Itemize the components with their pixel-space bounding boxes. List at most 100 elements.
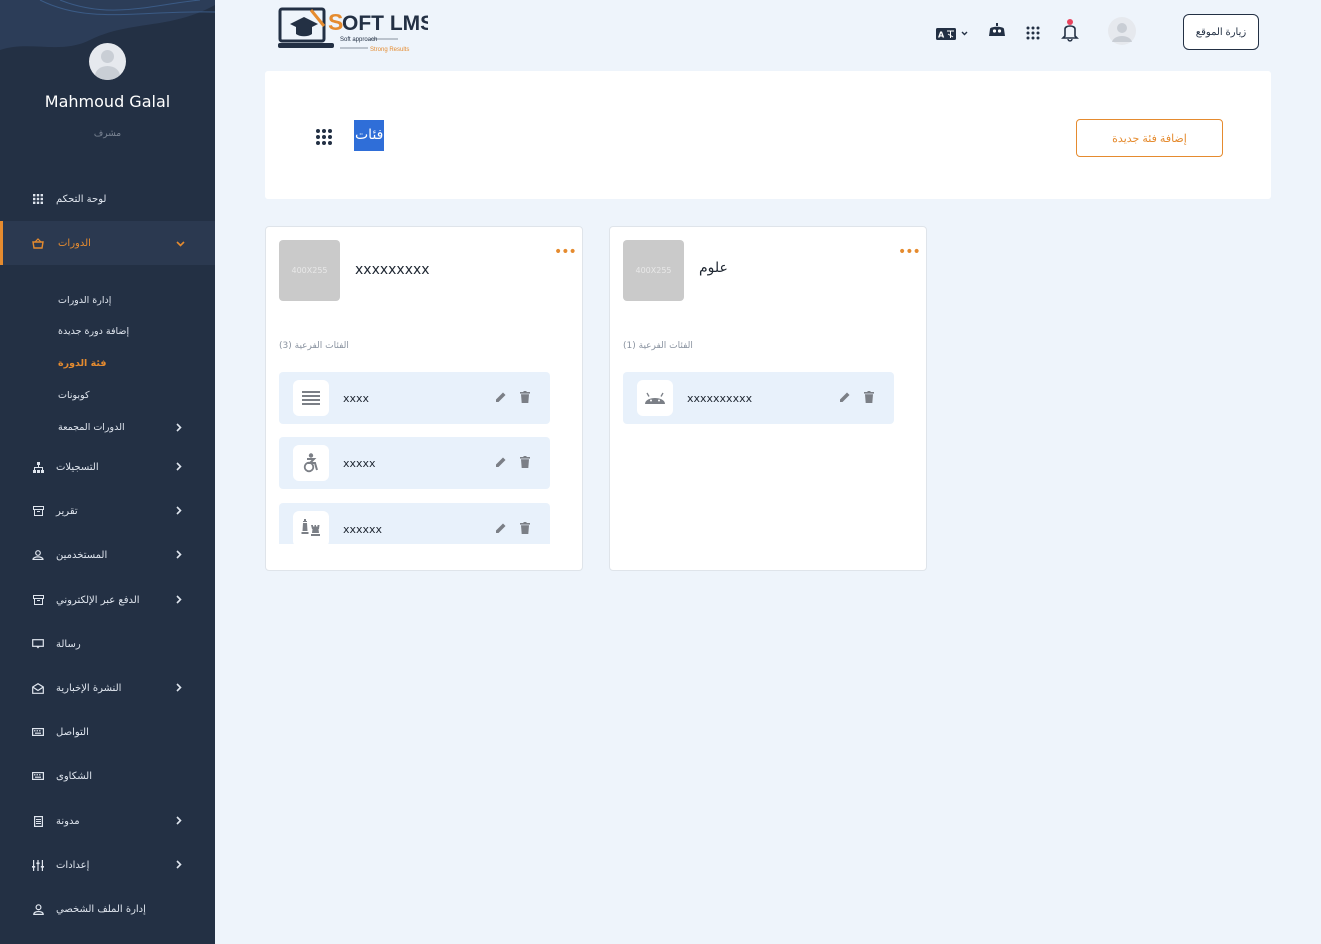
subcategory-name: xxxxxxxxxx bbox=[687, 392, 753, 405]
sidebar-item-label: النشرة الإخبارية bbox=[56, 682, 122, 694]
sidebar-item-settings[interactable]: إعدادات bbox=[0, 843, 215, 887]
language-switch-icon[interactable]: A bbox=[936, 25, 968, 44]
chevron-right-icon bbox=[176, 815, 182, 828]
contact-keyboard-icon bbox=[31, 725, 45, 739]
sidebar-subitem-manage-courses[interactable]: إدارة الدورات bbox=[58, 295, 111, 306]
sidebar-item-label: لوحة التحكم bbox=[56, 193, 107, 205]
sidebar-subitem-bundled-courses[interactable]: الدورات المجمعة bbox=[58, 422, 125, 433]
subcategory-row[interactable]: xxxxxx bbox=[279, 503, 550, 544]
sidebar-item-users[interactable]: المستخدمين bbox=[0, 533, 215, 577]
delete-trash-icon[interactable] bbox=[520, 456, 530, 471]
sidebar-subitem-add-course[interactable]: إضافة دورة جديدة bbox=[58, 326, 129, 337]
list-lines-icon bbox=[293, 380, 329, 416]
subcategory-row[interactable]: xxxx bbox=[279, 372, 550, 424]
report-archive-icon bbox=[31, 504, 45, 518]
more-options-icon[interactable]: ••• bbox=[898, 244, 921, 260]
sidebar-item-dashboard[interactable]: لوحة التحكم bbox=[0, 177, 215, 221]
subcategory-name: xxxx bbox=[343, 392, 370, 405]
subcategory-row[interactable]: xxxxx bbox=[279, 437, 550, 489]
sidebar-item-label: رسالة bbox=[56, 638, 81, 650]
sidebar-item-label: مدونة bbox=[56, 815, 80, 827]
sidebar-item-report[interactable]: تقرير bbox=[0, 489, 215, 533]
profile-avatar[interactable] bbox=[89, 43, 126, 80]
sidebar-item-label: الدورات bbox=[58, 237, 91, 249]
subcategory-count: الفئات الفرعية (1) bbox=[623, 341, 693, 351]
category-thumbnail: 400X255 bbox=[279, 240, 340, 301]
delete-trash-icon[interactable] bbox=[864, 391, 874, 406]
header-avatar[interactable] bbox=[1108, 17, 1136, 49]
sidebar-subitem-coupons[interactable]: كوبونات bbox=[58, 390, 89, 401]
newsletter-envelope-icon bbox=[31, 681, 45, 695]
logo-text: OFT LMS bbox=[342, 12, 428, 35]
sidebar-item-label: التواصل bbox=[56, 726, 89, 738]
apps-grid-icon[interactable] bbox=[1026, 25, 1040, 44]
delete-trash-icon[interactable] bbox=[520, 522, 530, 537]
blog-document-icon bbox=[31, 814, 45, 828]
bell-icon[interactable] bbox=[1061, 18, 1079, 46]
category-name: xxxxxxxxx bbox=[355, 262, 430, 278]
soft-lms-logo[interactable]: S OFT LMS Soft approach Strong Results bbox=[278, 6, 428, 56]
page-title-card: فئات إضافة فئة جديدة bbox=[265, 71, 1271, 199]
chevron-right-icon bbox=[176, 682, 182, 695]
sidebar-item-profile[interactable]: إدارة الملف الشخصي bbox=[0, 887, 215, 931]
category-card: 400X255 علوم ••• الفئات الفرعية (1) xxxx… bbox=[609, 226, 927, 571]
message-icon bbox=[31, 637, 45, 651]
sidebar-profile: Mahmoud Galal مشرف bbox=[0, 43, 215, 139]
sidebar-item-message[interactable]: رسالة bbox=[0, 622, 215, 666]
chevron-down-icon bbox=[176, 237, 185, 250]
sidebar-item-registrations[interactable]: التسجيلات bbox=[0, 445, 215, 489]
dashboard-grid-icon bbox=[31, 192, 45, 206]
subcategory-count: الفئات الفرعية (3) bbox=[279, 341, 349, 351]
profile-name: Mahmoud Galal bbox=[44, 92, 171, 111]
chevron-right-icon bbox=[176, 461, 182, 474]
sidebar-item-label: إعدادات bbox=[56, 859, 90, 871]
sidebar-subitem-course-category[interactable]: فئة الدورة bbox=[58, 358, 106, 369]
sidebar-item-contact[interactable]: التواصل bbox=[0, 710, 215, 754]
sidebar: Mahmoud Galal مشرف لوحة التحكم الدورات إ… bbox=[0, 0, 215, 944]
subcategory-row[interactable]: xxxxxxxxxx bbox=[623, 372, 894, 424]
sidebar-item-label: الشكاوى bbox=[56, 770, 92, 782]
edit-pencil-icon[interactable] bbox=[495, 391, 507, 406]
logo-tagline-2: Strong Results bbox=[370, 47, 409, 53]
edit-pencil-icon[interactable] bbox=[495, 456, 507, 471]
accessibility-icon bbox=[293, 445, 329, 481]
payment-archive-icon bbox=[31, 593, 45, 607]
android-icon bbox=[637, 380, 673, 416]
complaints-keyboard-icon bbox=[31, 769, 45, 783]
registrations-hierarchy-icon bbox=[31, 460, 45, 474]
profile-role: مشرف bbox=[93, 129, 122, 139]
logo-tagline-1: Soft approach bbox=[340, 37, 377, 43]
page-title: فئات bbox=[354, 120, 385, 151]
subcategory-list: xxxx xxxxx xxxxxx bbox=[279, 372, 563, 544]
sidebar-item-blog[interactable]: مدونة bbox=[0, 799, 215, 843]
edit-pencil-icon[interactable] bbox=[495, 522, 507, 537]
sidebar-item-label: المستخدمين bbox=[56, 549, 108, 561]
chevron-right-icon bbox=[176, 549, 182, 562]
sidebar-item-label: التسجيلات bbox=[56, 461, 99, 473]
chevron-right-icon bbox=[176, 422, 182, 435]
category-name: علوم bbox=[699, 260, 728, 276]
courses-basket-icon bbox=[31, 236, 45, 250]
delete-trash-icon[interactable] bbox=[520, 391, 530, 406]
sidebar-item-courses[interactable]: الدورات bbox=[0, 221, 215, 265]
edit-pencil-icon[interactable] bbox=[839, 391, 851, 406]
robot-icon[interactable] bbox=[988, 23, 1006, 42]
subcategory-list: xxxxxxxxxx bbox=[623, 372, 907, 544]
add-category-button[interactable]: إضافة فئة جديدة bbox=[1076, 119, 1223, 157]
svg-text:A: A bbox=[938, 31, 945, 40]
sidebar-item-label: تقرير bbox=[56, 505, 78, 517]
users-icon bbox=[31, 548, 45, 562]
sidebar-item-payment[interactable]: الدفع عبر الإلكتروني bbox=[0, 578, 215, 622]
visit-site-button[interactable]: زيارة الموقع bbox=[1183, 14, 1259, 50]
sidebar-item-label: الدفع عبر الإلكتروني bbox=[56, 594, 140, 606]
more-options-icon[interactable]: ••• bbox=[554, 244, 577, 260]
subcategory-name: xxxxx bbox=[343, 457, 376, 470]
chevron-right-icon bbox=[176, 505, 182, 518]
chevron-right-icon bbox=[176, 594, 182, 607]
subcategory-name: xxxxxx bbox=[343, 523, 383, 536]
settings-sliders-icon bbox=[31, 858, 45, 872]
profile-user-icon bbox=[31, 902, 45, 916]
sidebar-item-newsletter[interactable]: النشرة الإخبارية bbox=[0, 666, 215, 710]
sidebar-item-complaints[interactable]: الشكاوى bbox=[0, 754, 215, 798]
chess-icon bbox=[293, 511, 329, 544]
